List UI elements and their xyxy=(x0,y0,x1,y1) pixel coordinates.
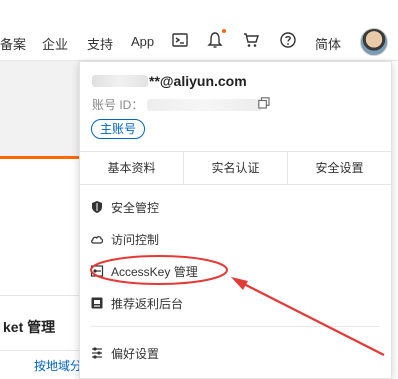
menu-item-label: AccessKey 管理 xyxy=(111,265,198,279)
main-account-badge: 主账号 xyxy=(91,119,146,139)
help-icon[interactable] xyxy=(279,31,297,49)
account-tabs: 基本资料 实名认证 安全设置 xyxy=(80,151,391,185)
page-header-bg xyxy=(0,61,80,156)
bell-icon[interactable] xyxy=(206,31,224,49)
redacted-account-id xyxy=(147,99,263,111)
tab-basic-info[interactable]: 基本资料 xyxy=(80,152,183,184)
gift-icon xyxy=(91,297,103,309)
cart-icon[interactable] xyxy=(242,31,260,49)
page-accent-line xyxy=(0,156,80,159)
account-email: **@aliyun.com xyxy=(92,73,247,89)
tab-real-name[interactable]: 实名认证 xyxy=(184,152,287,184)
top-navbar: 备案 企业 支持 App 简体 xyxy=(0,0,398,61)
page-section-title: ket 管理 xyxy=(3,319,56,335)
tab-security[interactable]: 安全设置 xyxy=(288,152,391,184)
key-icon xyxy=(90,265,104,277)
language-switch[interactable]: 简体 xyxy=(315,34,341,53)
region-filter-link[interactable]: 按地域分 xyxy=(34,357,82,374)
redacted-username xyxy=(92,75,148,87)
menu-divider xyxy=(90,326,380,327)
terminal-icon[interactable] xyxy=(171,31,189,49)
nav-beian[interactable]: 备案 xyxy=(0,34,26,53)
page-divider xyxy=(0,295,80,296)
notification-dot xyxy=(222,29,226,33)
nav-support[interactable]: 支持 xyxy=(87,34,113,53)
avatar[interactable] xyxy=(360,28,388,56)
menu-item-label: 推荐返利后台 xyxy=(111,297,184,311)
account-dropdown: **@aliyun.com 账号 ID： 主账号 基本资料 实名认证 安全设置 … xyxy=(79,61,392,379)
email-suffix: **@aliyun.com xyxy=(149,73,247,89)
shield-icon xyxy=(92,201,102,213)
menu-item-label: 安全管控 xyxy=(111,201,160,215)
cloud-icon xyxy=(91,236,104,244)
nav-enterprise[interactable]: 企业 xyxy=(42,34,68,53)
page-divider-2 xyxy=(0,350,80,351)
menu-item-label: 访问控制 xyxy=(111,233,160,247)
account-id-label: 账号 ID： xyxy=(92,98,144,112)
copy-icon[interactable] xyxy=(258,97,270,109)
account-id-row: 账号 ID： xyxy=(92,96,263,113)
nav-app[interactable]: App xyxy=(131,34,154,49)
menu-item-label: 偏好设置 xyxy=(111,347,160,361)
settings-icon xyxy=(92,347,102,359)
